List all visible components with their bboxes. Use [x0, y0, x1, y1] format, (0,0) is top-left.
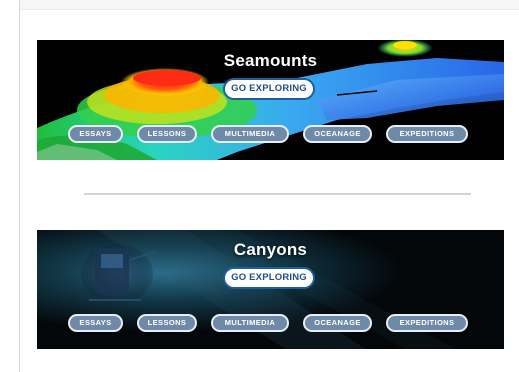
- essays-button[interactable]: ESSAYS: [68, 125, 123, 143]
- go-exploring-button[interactable]: GO EXPLORING: [223, 267, 315, 289]
- page: Seamounts GO EXPLORING ESSAYS LESSONS MU…: [0, 0, 519, 372]
- left-border: [19, 0, 20, 372]
- section-divider: [84, 193, 471, 195]
- oceanage-button[interactable]: OCEANAGE: [303, 314, 372, 332]
- banner-title: Seamounts: [223, 51, 318, 70]
- canyons-banner[interactable]: Canyons GO EXPLORING ESSAYS LESSONS MULT…: [37, 230, 504, 349]
- oceanage-button[interactable]: OCEANAGE: [303, 125, 372, 143]
- seamounts-banner[interactable]: Seamounts GO EXPLORING ESSAYS LESSONS MU…: [37, 40, 504, 160]
- multimedia-button[interactable]: MULTIMEDIA: [211, 125, 289, 143]
- essays-button[interactable]: ESSAYS: [68, 314, 123, 332]
- multimedia-button[interactable]: MULTIMEDIA: [211, 314, 289, 332]
- lessons-button[interactable]: LESSONS: [137, 125, 197, 143]
- expeditions-button[interactable]: EXPEDITIONS: [386, 125, 468, 143]
- expeditions-button[interactable]: EXPEDITIONS: [386, 314, 468, 332]
- go-exploring-button[interactable]: GO EXPLORING: [223, 78, 315, 100]
- top-strip: [20, 0, 519, 10]
- lessons-button[interactable]: LESSONS: [137, 314, 197, 332]
- banner-title: Canyons: [233, 240, 308, 259]
